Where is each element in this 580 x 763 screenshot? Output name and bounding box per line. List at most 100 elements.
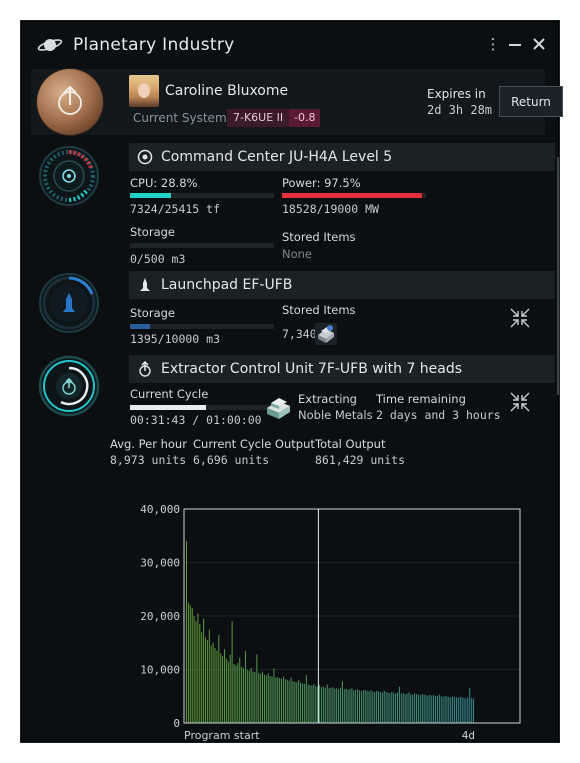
chart-bar bbox=[436, 695, 438, 723]
chart-bar bbox=[467, 697, 469, 723]
chart-bar bbox=[345, 688, 347, 723]
chart-bar bbox=[435, 696, 437, 723]
scrollbar[interactable] bbox=[557, 157, 559, 395]
chart-bar bbox=[410, 694, 412, 723]
lp-storage-label: Storage bbox=[130, 306, 175, 320]
chart-bar bbox=[339, 687, 341, 723]
extractor-header[interactable]: Extractor Control Unit 7F-UFB with 7 hea… bbox=[129, 355, 555, 383]
chart-bar bbox=[404, 694, 406, 723]
planet-icon bbox=[37, 39, 63, 51]
cc-stored-items-label: Stored Items bbox=[282, 230, 356, 244]
power-label: Power: 97.5% bbox=[282, 176, 361, 190]
chart-bar bbox=[239, 657, 241, 723]
chart-bar bbox=[262, 671, 264, 723]
chart-bar bbox=[203, 618, 205, 723]
extraction-chart[interactable]: 40,000 30,000 20,000 10,000 0 Program start 4d bbox=[130, 497, 530, 745]
character-portrait[interactable] bbox=[129, 75, 159, 107]
chart-bar bbox=[379, 691, 381, 723]
chart-bar bbox=[320, 687, 322, 723]
launchpad-title: Launchpad EF-UFB bbox=[161, 277, 293, 293]
chart-bar bbox=[315, 686, 317, 723]
chart-bar bbox=[260, 673, 262, 723]
chart-bar bbox=[222, 656, 224, 724]
command-center-icon bbox=[137, 149, 153, 165]
chart-bar bbox=[273, 668, 275, 723]
launchpad-header[interactable]: Launchpad EF-UFB bbox=[129, 271, 555, 299]
command-center-header[interactable]: Command Center JU-H4A Level 5 bbox=[129, 143, 555, 171]
chart-bar bbox=[471, 697, 473, 723]
title-bar[interactable]: Planetary Industry ⋮ bbox=[21, 21, 561, 69]
chart-bar bbox=[235, 665, 237, 723]
chart-bar bbox=[294, 681, 296, 723]
chart-bar bbox=[408, 692, 410, 723]
expires-value: 2d 3h 28m bbox=[427, 103, 493, 117]
collapse-icon[interactable] bbox=[509, 391, 531, 413]
extractor-icon bbox=[139, 361, 151, 377]
chart-bar bbox=[351, 688, 353, 723]
chart-bar bbox=[387, 692, 389, 723]
chart-bar bbox=[402, 693, 404, 723]
chart-bar bbox=[216, 650, 218, 723]
return-button[interactable]: Return bbox=[499, 86, 563, 117]
chart-x-tick-label: 4d bbox=[462, 729, 475, 742]
extracting-value: Noble Metals bbox=[298, 408, 373, 422]
chart-bar bbox=[357, 689, 359, 723]
chart-bar bbox=[189, 605, 191, 723]
cc-storage-bar bbox=[130, 243, 274, 248]
system-name-badge[interactable]: 7-K6UE II bbox=[227, 109, 290, 127]
cpu-value: 7324/25415 tf bbox=[130, 202, 221, 216]
collapse-icon[interactable] bbox=[509, 307, 531, 329]
chart-bar bbox=[341, 681, 343, 723]
chart-bar bbox=[309, 685, 311, 723]
chart-bar bbox=[376, 690, 378, 723]
noble-metals-icon[interactable] bbox=[264, 394, 294, 422]
character-name[interactable]: Caroline Bluxome bbox=[165, 83, 288, 99]
planet-image[interactable] bbox=[37, 69, 103, 135]
chart-bar bbox=[397, 692, 399, 723]
chart-bar bbox=[381, 692, 383, 723]
minimize-icon[interactable] bbox=[507, 35, 523, 53]
current-system-label: Current System bbox=[133, 111, 227, 125]
extracting-label: Extracting bbox=[298, 392, 357, 406]
power-value: 18528/19000 MW bbox=[282, 202, 379, 216]
time-remaining-label: Time remaining bbox=[376, 392, 466, 406]
chart-bar bbox=[353, 690, 355, 723]
lp-stored-items-label: Stored Items bbox=[282, 303, 356, 317]
chart-bar bbox=[305, 674, 307, 723]
chart-bar bbox=[254, 672, 256, 723]
chart-bar bbox=[330, 687, 332, 723]
extractor-title: Extractor Control Unit 7F-UFB with 7 hea… bbox=[161, 361, 463, 377]
extractor-gauge bbox=[38, 355, 100, 417]
chart-y-tick-label: 10,000 bbox=[140, 664, 180, 677]
chart-bar bbox=[186, 541, 187, 723]
lp-storage-value: 1395/10000 m3 bbox=[130, 332, 221, 346]
more-icon[interactable]: ⋮ bbox=[485, 35, 501, 53]
chart-bar bbox=[212, 642, 214, 723]
chart-bar bbox=[433, 695, 435, 723]
chart-bar bbox=[364, 689, 366, 723]
chart-bar bbox=[406, 693, 408, 723]
chart-bar bbox=[416, 694, 418, 723]
chart-bar bbox=[246, 669, 248, 723]
chart-bar bbox=[334, 688, 336, 723]
noble-metals-item-icon[interactable] bbox=[313, 321, 339, 347]
chart-bar bbox=[288, 680, 290, 723]
chart-bar bbox=[446, 696, 448, 723]
chart-bar bbox=[442, 696, 444, 723]
close-icon[interactable] bbox=[531, 35, 547, 53]
chart-bar bbox=[398, 686, 400, 723]
chart-bar bbox=[360, 690, 362, 723]
chart-bar bbox=[319, 685, 321, 723]
chart-bar bbox=[241, 666, 243, 723]
current-cycle-label: Current Cycle bbox=[130, 387, 209, 401]
chart-bar bbox=[277, 676, 279, 723]
rocket-icon bbox=[140, 278, 150, 291]
chart-bar bbox=[389, 693, 391, 723]
chart-bar bbox=[444, 695, 446, 723]
cpu-bar bbox=[130, 193, 274, 198]
chart-bar bbox=[197, 613, 199, 723]
lp-storage-bar bbox=[130, 324, 274, 329]
chart-bar bbox=[265, 675, 267, 723]
chart-bar bbox=[419, 695, 421, 723]
chart-bar bbox=[421, 694, 423, 723]
